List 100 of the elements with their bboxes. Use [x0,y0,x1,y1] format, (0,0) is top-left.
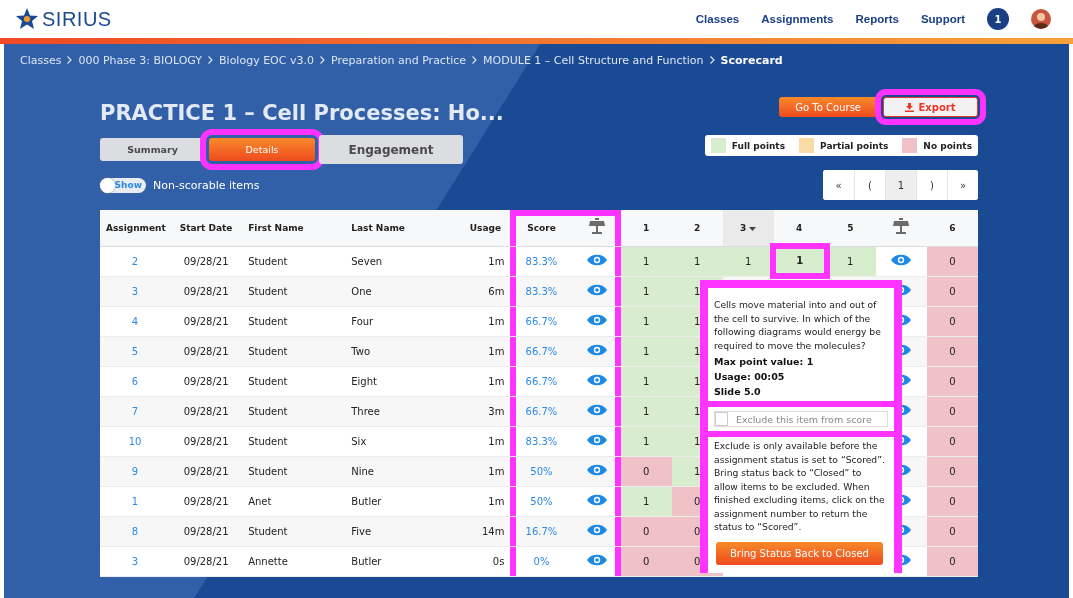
column-header[interactable]: 5 [824,210,876,246]
tab[interactable]: Engagement [319,135,463,164]
page-title: PRACTICE 1 – Cell Processes: Ho... [100,101,504,125]
eye-icon[interactable] [586,494,607,506]
table-cell: Student [248,525,288,537]
column-header[interactable]: 2 [671,210,723,246]
item-score[interactable]: 0 [620,516,672,546]
table-cell: Student [248,255,288,267]
brand-name[interactable]: SIRIUS [42,7,112,31]
legend-label: No points [923,140,972,151]
table-cell: 1m [488,315,505,327]
item-score[interactable]: 0 [926,396,978,426]
assignment-link[interactable]: 2 [131,255,139,267]
notification-badge[interactable]: 1 [987,8,1009,30]
table-cell: One [351,285,372,297]
item-score[interactable]: 0 [926,336,978,366]
item-score[interactable]: 0 [926,306,978,336]
item-score[interactable]: 1 [620,486,672,516]
eye-icon[interactable] [586,254,607,266]
item-score[interactable]: 1 [620,336,672,366]
page-button[interactable]: 1 [885,170,916,200]
item-score[interactable]: 1 [620,396,672,426]
score-link[interactable]: 50% [530,495,553,507]
item-score[interactable]: 1 [620,276,672,306]
column-header: Score [510,210,573,246]
assignment-link[interactable]: 3 [131,555,139,567]
breadcrumb-link[interactable]: Biology EOC v3.0 [219,53,314,67]
sort-caret-icon[interactable] [749,226,757,231]
chevron-right-icon [319,56,325,64]
item-score[interactable]: 0 [926,546,978,576]
table-cell: 09/28/21 [183,315,229,327]
breadcrumb-link[interactable]: Preparation and Practice [330,53,467,67]
eye-icon[interactable] [891,254,912,266]
eye-icon[interactable] [586,464,607,476]
column-header[interactable]: 6 [926,210,978,246]
table-cell: 09/28/21 [183,285,229,297]
eye-icon[interactable] [586,314,607,326]
score-link[interactable]: 0% [533,555,550,567]
item-score[interactable]: 0 [926,426,978,456]
column-header[interactable]: 1 [620,210,672,246]
breadcrumb-link[interactable]: MODULE 1 – Cell Structure and Function [483,53,704,67]
item-score[interactable]: 0 [620,546,672,576]
assignment-link[interactable]: 1 [131,495,139,507]
table-cell: 09/28/21 [183,525,229,537]
item-score[interactable]: 1 [769,243,830,279]
assignment-link[interactable]: 4 [131,315,139,327]
item-score[interactable]: 1 [671,246,723,276]
nav-link[interactable]: Reports [855,13,899,25]
table-cell: 09/28/21 [183,495,229,507]
table-cell: 09/28/21 [183,555,229,567]
item-score[interactable]: 0 [926,486,978,516]
nav-link[interactable]: Support [920,13,965,25]
nav-link[interactable]: Assignments [761,13,834,25]
item-score[interactable]: 0 [620,456,672,486]
table-cell: Student [248,405,288,417]
eye-icon[interactable] [586,434,607,446]
eye-icon[interactable] [586,554,607,566]
assignment-link[interactable]: 9 [131,465,139,477]
table-cell: Eight [351,375,377,387]
page-button[interactable]: » [947,170,978,200]
item-score[interactable]: 0 [926,456,978,486]
chevron-right-icon [472,56,478,64]
column-header: Last Name [345,210,461,246]
item-score[interactable]: 0 [926,276,978,306]
download-icon [905,102,915,112]
item-score[interactable]: 0 [926,246,978,276]
table-cell: 1m [488,375,505,387]
item-score[interactable]: 0 [926,516,978,546]
item-score[interactable]: 1 [620,366,672,396]
table-cell: Student [248,465,288,477]
nav-link[interactable]: Classes [695,13,740,25]
item-score[interactable]: 0 [926,366,978,396]
table-cell: Student [248,315,288,327]
item-score[interactable]: 1 [620,246,672,276]
eye-icon[interactable] [586,374,607,386]
projector-icon [893,218,910,236]
eye-icon[interactable] [586,524,607,536]
table-cell: 1m [488,345,505,357]
eye-icon[interactable] [586,404,607,416]
eye-icon[interactable] [586,344,607,356]
eye-icon[interactable] [586,284,607,296]
breadcrumb-link[interactable]: Scorecard [720,53,783,67]
column-header[interactable]: 3 [722,210,774,246]
assignment-link[interactable]: 6 [131,375,139,387]
column-header[interactable]: 4 [773,210,825,246]
table-cell: 09/28/21 [183,405,229,417]
breadcrumb-link[interactable]: Classes [20,53,62,67]
table-cell: Anet [248,495,272,507]
exclude-checkbox[interactable]: Exclude this item from score [714,411,888,427]
item-score[interactable]: 1 [620,306,672,336]
table-cell: Student [248,435,288,447]
table-cell: Student [248,345,288,357]
avatar-icon[interactable] [1031,9,1051,29]
column-header: Start Date [170,210,243,246]
table-cell: Three [351,405,380,417]
assignment-link[interactable]: 10 [128,435,142,447]
table-cell: Butler [351,495,382,507]
table-cell: Annette [248,555,288,567]
breadcrumb-link[interactable]: 000 Phase 3: BIOLOGY [78,53,203,67]
item-score[interactable]: 1 [620,426,672,456]
